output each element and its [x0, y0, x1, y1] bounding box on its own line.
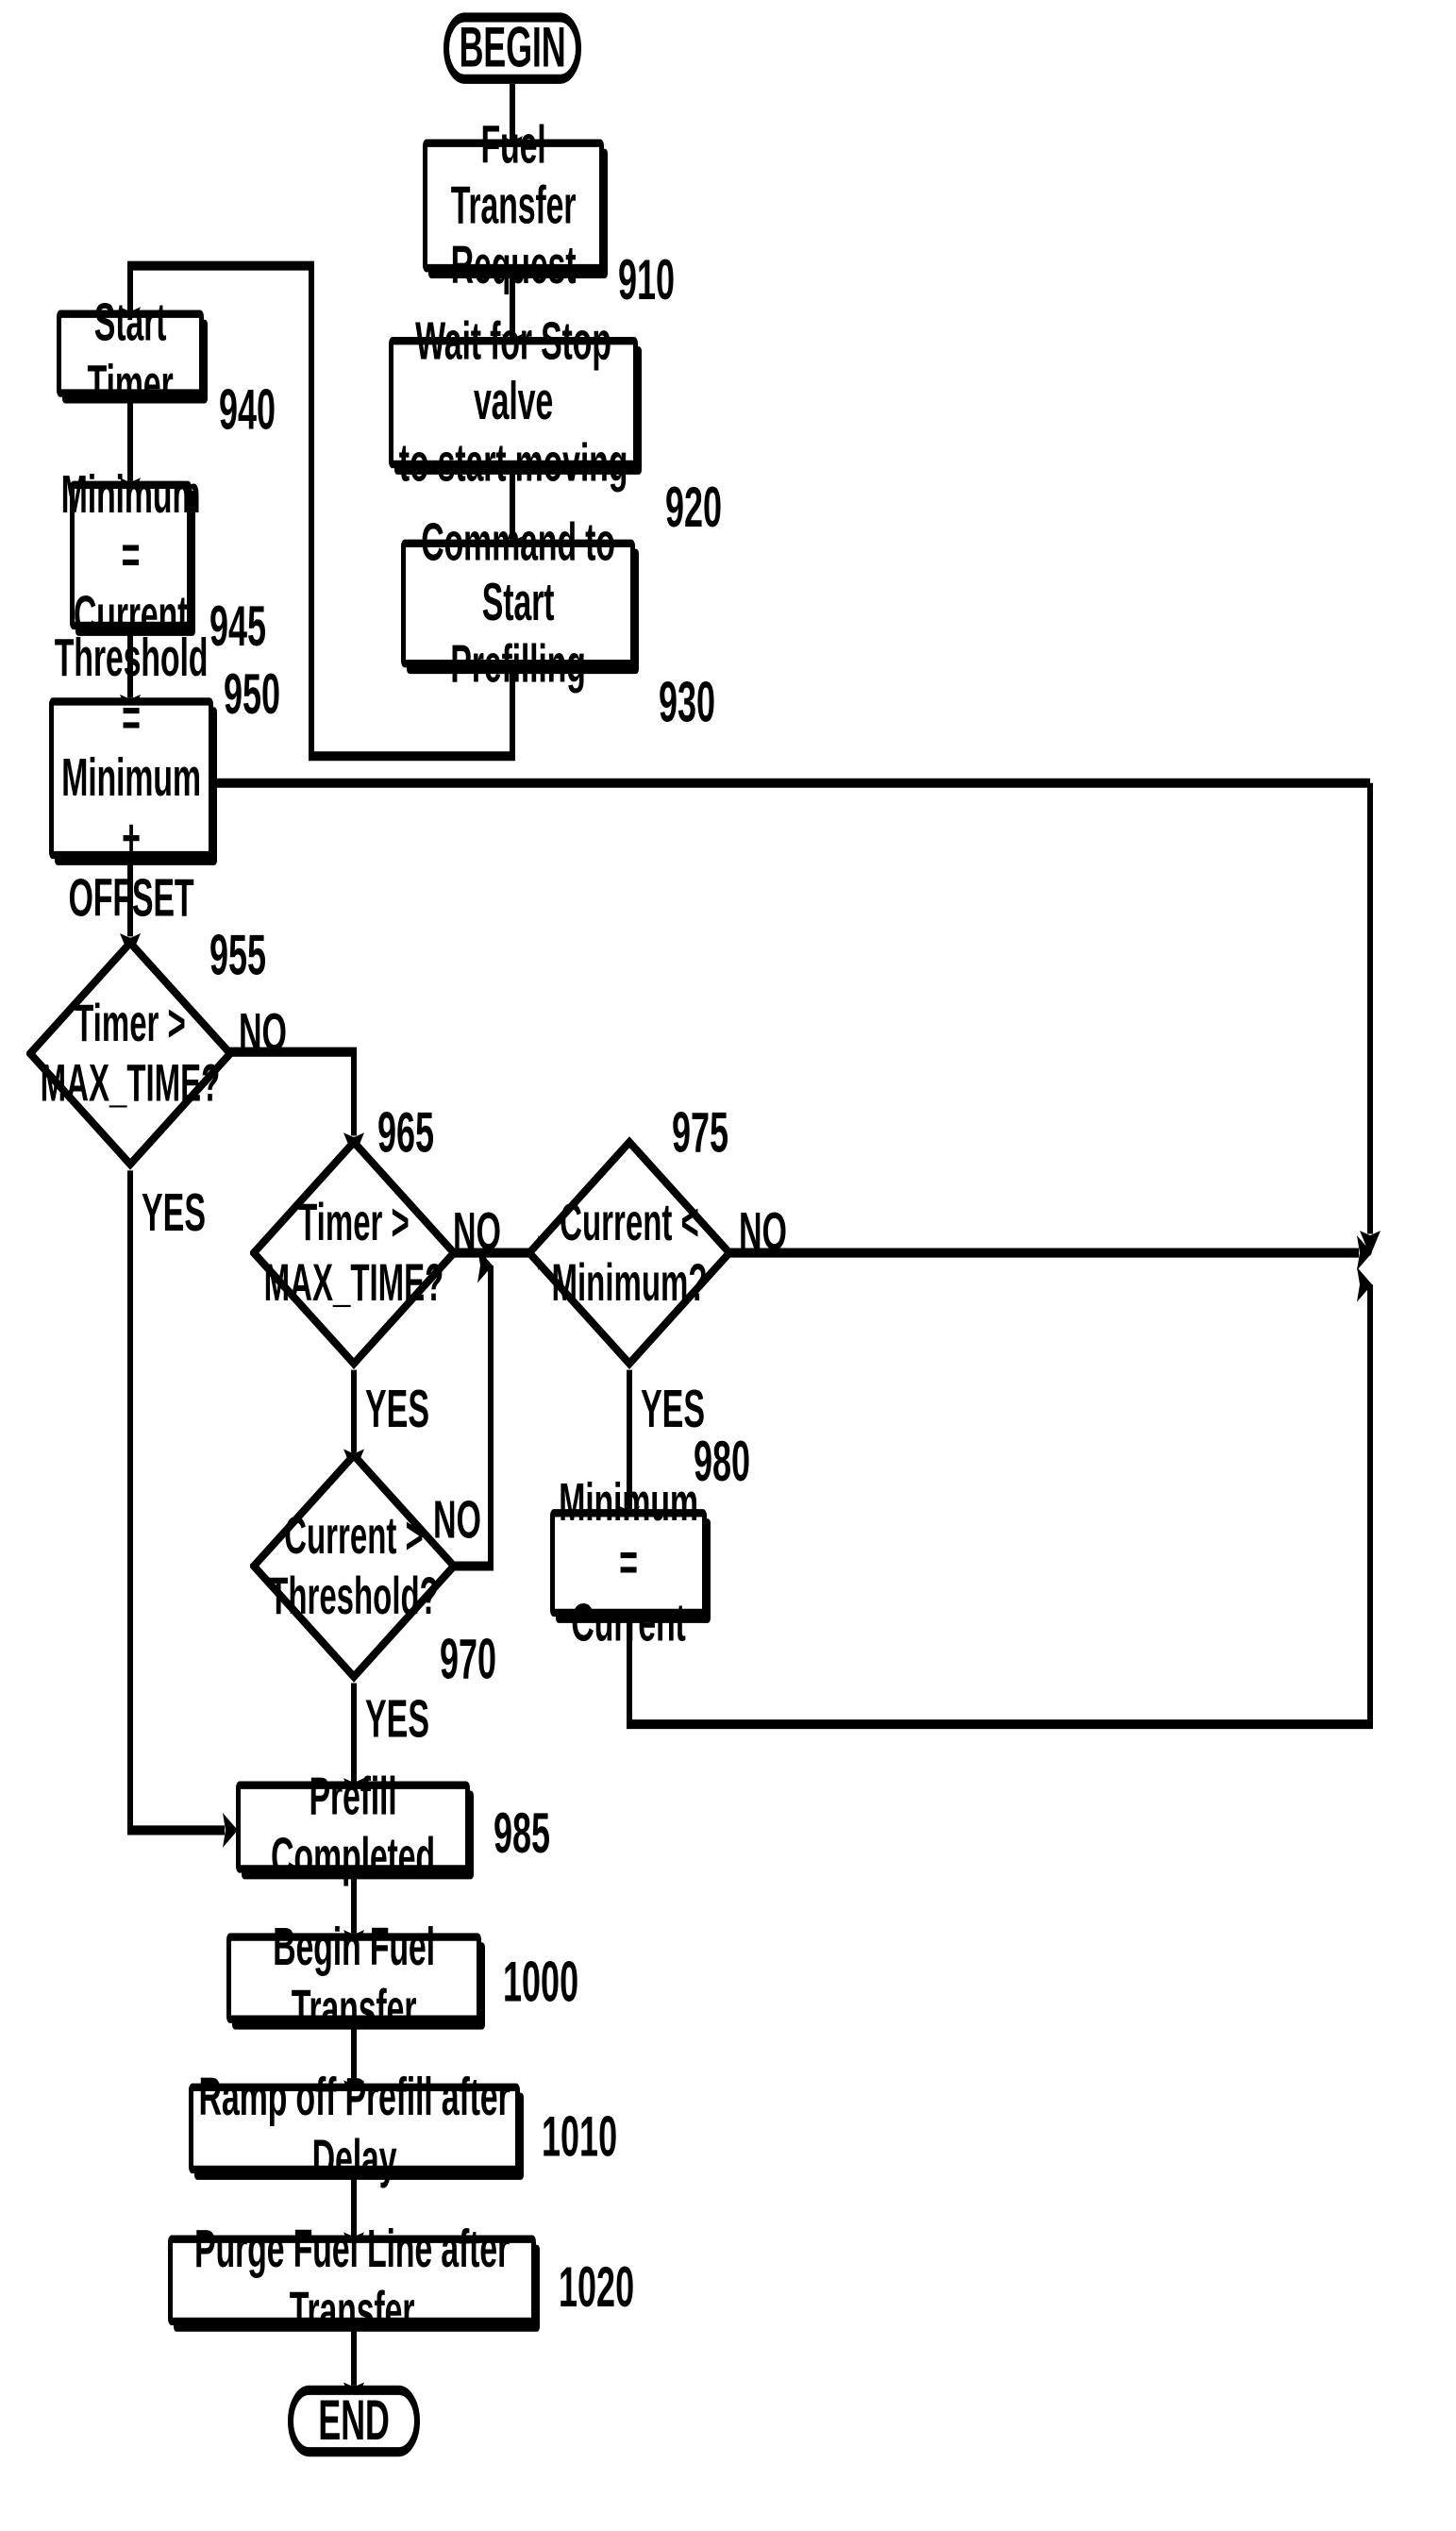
- branch-label-955-yes-text: YES: [142, 1182, 207, 1244]
- process-fuel-transfer-request: Fuel Transfer Request: [423, 115, 604, 296]
- decision-current-gt-threshold-970: Current > Threshold?: [250, 1449, 458, 1683]
- ref-numeral-940: 940: [219, 377, 276, 443]
- ref-numeral-930-text: 930: [659, 669, 716, 734]
- decision-970-label: Current > Threshold?: [269, 1506, 439, 1625]
- process-threshold-assign: Threshold = Minimum + OFFSET: [49, 628, 213, 929]
- ref-numeral-930: 930: [659, 669, 715, 735]
- ref-numeral-1000-text: 1000: [503, 1949, 579, 2014]
- branch-label-975-no: NO: [739, 1202, 787, 1264]
- ref-numeral-945: 945: [209, 594, 266, 660]
- process-begin-fuel-transfer: Begin Fuel Transfer: [226, 1918, 481, 2038]
- process-start-timer: Start Timer: [57, 293, 204, 413]
- process-minimum-equals-current-945: Minimum = Current: [61, 465, 201, 645]
- branch-label-965-no: NO: [453, 1202, 501, 1264]
- process-wait-stop-valve-label: Wait for Stop valve to start moving: [398, 311, 628, 494]
- process-prefill-completed: Prefill Completed: [236, 1767, 470, 1887]
- process-fuel-transfer-request-label: Fuel Transfer Request: [450, 115, 577, 296]
- process-purge-fuel-line-label: Purge Fuel Line after Transfer: [194, 2220, 510, 2341]
- ref-numeral-920-text: 920: [665, 474, 723, 540]
- process-command-start-prefilling: Command to Start Prefilling: [401, 513, 635, 694]
- decision-current-lt-minimum-975: Current < Minimum?: [526, 1136, 733, 1370]
- branch-label-955-yes: YES: [142, 1183, 206, 1245]
- branch-label-965-no-text: NO: [453, 1201, 501, 1263]
- process-minimum-equals-current-980-label: Minimum = Current: [559, 1472, 698, 1653]
- ref-numeral-910-text: 910: [618, 246, 676, 312]
- branch-label-970-yes-text: YES: [365, 1689, 430, 1750]
- ref-numeral-1020-text: 1020: [559, 2254, 635, 2320]
- process-ramp-off-prefill: Ramp off Prefill after Delay: [189, 2069, 520, 2188]
- decision-975-label: Current < Minimum?: [551, 1193, 708, 1312]
- process-wait-stop-valve: Wait for Stop valve to start moving: [389, 312, 638, 493]
- ref-numeral-1010: 1010: [542, 2104, 617, 2170]
- ref-numeral-940-text: 940: [219, 376, 276, 442]
- terminator-begin-label: BEGIN: [459, 14, 566, 80]
- decision-965-label: Timer > MAX_TIME?: [263, 1193, 444, 1312]
- decision-timer-gt-maxtime-965: Timer > MAX_TIME?: [250, 1136, 458, 1370]
- ref-numeral-1000: 1000: [503, 1949, 578, 2015]
- process-ramp-off-prefill-label: Ramp off Prefill after Delay: [198, 2068, 510, 2189]
- decision-955-label: Timer > MAX_TIME?: [40, 994, 221, 1113]
- process-command-start-prefilling-label: Command to Start Prefilling: [421, 512, 615, 695]
- branch-label-970-yes: YES: [365, 1689, 429, 1751]
- process-minimum-equals-current-980: Minimum = Current: [550, 1472, 707, 1653]
- ref-numeral-950-text: 950: [224, 661, 281, 727]
- process-start-timer-label: Start Timer: [87, 293, 174, 414]
- terminator-end-label: END: [318, 2388, 390, 2453]
- process-minimum-equals-current-945-label: Minimum = Current: [60, 464, 201, 645]
- terminator-begin: BEGIN: [443, 12, 581, 84]
- branch-label-965-yes-text: YES: [365, 1379, 430, 1440]
- process-purge-fuel-line: Purge Fuel Line after Transfer: [168, 2220, 536, 2340]
- ref-numeral-980-text: 980: [694, 1428, 751, 1494]
- ref-numeral-1020: 1020: [559, 2254, 634, 2321]
- ref-numeral-945-text: 945: [209, 593, 267, 659]
- branch-label-955-no-text: NO: [239, 1002, 287, 1064]
- process-prefill-completed-label: Prefill Completed: [271, 1767, 435, 1887]
- ref-numeral-950: 950: [224, 662, 280, 728]
- decision-timer-gt-maxtime-955: Timer > MAX_TIME?: [26, 936, 234, 1170]
- branch-label-975-no-text: NO: [739, 1201, 787, 1263]
- ref-numeral-920: 920: [665, 475, 722, 541]
- branch-label-965-yes: YES: [365, 1380, 429, 1441]
- ref-numeral-1010-text: 1010: [542, 2104, 618, 2170]
- process-threshold-assign-label: Threshold = Minimum + OFFSET: [54, 628, 209, 930]
- ref-numeral-910: 910: [618, 246, 675, 312]
- process-begin-fuel-transfer-label: Begin Fuel Transfer: [273, 1918, 435, 2038]
- ref-numeral-985-text: 985: [494, 1800, 551, 1866]
- ref-numeral-985: 985: [494, 1801, 550, 1867]
- branch-label-955-no: NO: [239, 1003, 287, 1064]
- terminator-end: END: [288, 2385, 420, 2457]
- ref-numeral-980: 980: [694, 1429, 750, 1495]
- flowchart-canvas: BEGIN Fuel Transfer Request 910 Wait for…: [0, 0, 1456, 2531]
